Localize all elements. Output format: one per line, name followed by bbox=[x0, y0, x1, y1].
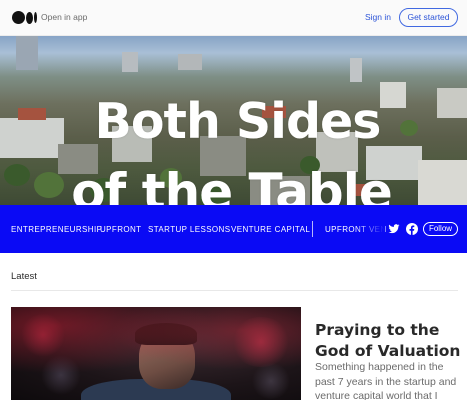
section-heading-latest: Latest bbox=[11, 271, 37, 282]
nav-item-startup-lessons[interactable]: STARTUP LESSONS bbox=[148, 225, 230, 234]
hero-title-line-2: of the Table bbox=[71, 163, 393, 205]
post-thumbnail[interactable] bbox=[11, 307, 301, 400]
sign-in-link[interactable]: Sign in bbox=[365, 12, 391, 22]
nav-item-entrepreneurship[interactable]: ENTREPRENEURSHIP bbox=[11, 225, 102, 234]
section-divider bbox=[11, 290, 458, 291]
nav-divider bbox=[312, 221, 313, 237]
publication-hero-image: Both Sides of the Table bbox=[0, 36, 467, 205]
hero-title-line-1: Both Sides bbox=[94, 93, 382, 150]
nav-item-venture-capital[interactable]: VENTURE CAPITAL bbox=[231, 225, 310, 234]
twitter-icon[interactable] bbox=[388, 223, 400, 235]
medium-logo-icon[interactable] bbox=[12, 11, 38, 24]
get-started-button[interactable]: Get started bbox=[399, 8, 458, 27]
facebook-icon[interactable] bbox=[406, 223, 418, 235]
nav-item-upfront[interactable]: UPFRONT bbox=[100, 225, 141, 234]
post-excerpt[interactable]: Something happened in the past 7 years i… bbox=[315, 360, 465, 400]
open-in-app-link[interactable]: Open in app bbox=[41, 12, 87, 22]
publication-nav: ENTREPRENEURSHIP UPFRONT STARTUP LESSONS… bbox=[0, 205, 467, 253]
top-bar: Open in app Sign in Get started bbox=[0, 0, 467, 36]
post-title[interactable]: Praying to the God of Valuation bbox=[315, 320, 463, 362]
follow-button[interactable]: Follow bbox=[423, 222, 458, 236]
